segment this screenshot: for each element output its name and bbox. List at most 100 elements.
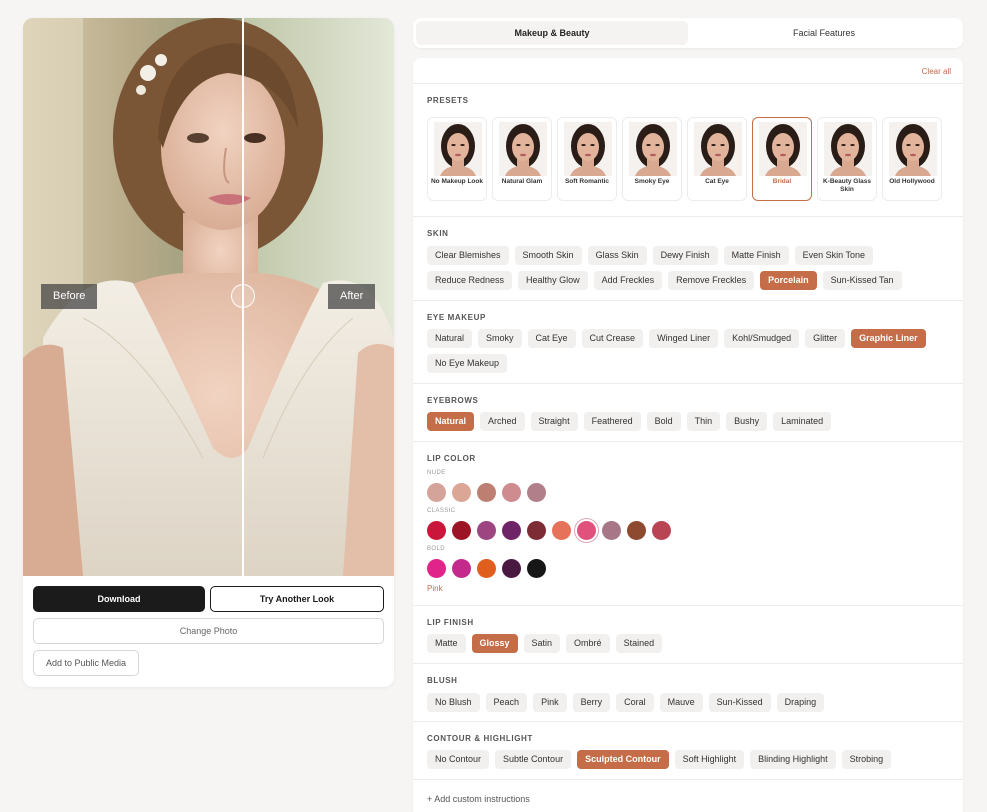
preset-smoky-eye[interactable]: Smoky Eye: [622, 117, 682, 201]
option-feathered[interactable]: Feathered: [583, 412, 641, 431]
tab-makeup-beauty[interactable]: Makeup & Beauty: [416, 21, 688, 45]
lip-color-swatch[interactable]: [502, 483, 521, 502]
lip-color-swatch[interactable]: [527, 559, 546, 578]
tab-facial-features[interactable]: Facial Features: [688, 21, 960, 45]
option-glossy[interactable]: Glossy: [471, 634, 518, 653]
option-sculpted-contour[interactable]: Sculpted Contour: [577, 750, 669, 769]
compare-handle-icon[interactable]: [231, 284, 255, 308]
lip-color-swatch[interactable]: [452, 521, 471, 540]
option-arched[interactable]: Arched: [480, 412, 525, 431]
option-no-contour[interactable]: No Contour: [427, 750, 490, 769]
option-peach[interactable]: Peach: [485, 693, 528, 712]
add-to-public-media-button[interactable]: Add to Public Media: [33, 650, 139, 676]
preset-thumbnail-icon: [889, 122, 937, 176]
preset-k-beauty-glass-skin[interactable]: K-Beauty Glass Skin: [817, 117, 877, 201]
lip-color-swatch[interactable]: [527, 521, 546, 540]
option-coral[interactable]: Coral: [616, 693, 654, 712]
option-even-skin-tone[interactable]: Even Skin Tone: [794, 246, 874, 265]
preset-label: Smoky Eye: [634, 178, 670, 185]
option-glitter[interactable]: Glitter: [805, 329, 846, 348]
option-bushy[interactable]: Bushy: [726, 412, 768, 431]
preset-bridal[interactable]: Bridal: [752, 117, 812, 201]
option-no-eye-makeup[interactable]: No Eye Makeup: [427, 354, 508, 373]
preset-cat-eye[interactable]: Cat Eye: [687, 117, 747, 201]
option-matte[interactable]: Matte: [427, 634, 466, 653]
add-custom-instructions-link[interactable]: + Add custom instructions: [427, 794, 530, 804]
option-sun-kissed-tan[interactable]: Sun-Kissed Tan: [822, 271, 902, 290]
preset-no-makeup-look[interactable]: No Makeup Look: [427, 117, 487, 201]
lip-color-swatch[interactable]: [602, 521, 621, 540]
option-natural[interactable]: Natural: [427, 329, 473, 348]
bold-swatches: [427, 559, 546, 578]
try-another-look-button[interactable]: Try Another Look: [210, 586, 384, 612]
lip-color-swatch[interactable]: [502, 559, 521, 578]
lip-color-swatch[interactable]: [552, 521, 571, 540]
option-berry[interactable]: Berry: [572, 693, 611, 712]
lip-color-swatch[interactable]: [452, 483, 471, 502]
preset-thumbnail-icon: [629, 122, 677, 176]
preset-thumbnail-icon: [499, 122, 547, 176]
option-healthy-glow[interactable]: Healthy Glow: [518, 271, 588, 290]
option-no-blush[interactable]: No Blush: [427, 693, 480, 712]
option-laminated[interactable]: Laminated: [773, 412, 832, 431]
preset-thumbnail-icon: [824, 122, 872, 176]
option-winged-liner[interactable]: Winged Liner: [649, 329, 719, 348]
option-sun-kissed[interactable]: Sun-Kissed: [708, 693, 771, 712]
lip-color-swatch[interactable]: [427, 521, 446, 540]
option-matte-finish[interactable]: Matte Finish: [723, 246, 789, 265]
option-remove-freckles[interactable]: Remove Freckles: [668, 271, 755, 290]
classic-swatches: [427, 521, 671, 540]
lip-color-swatch[interactable]: [477, 483, 496, 502]
option-bold[interactable]: Bold: [646, 412, 681, 431]
preset-soft-romantic[interactable]: Soft Romantic: [557, 117, 617, 201]
option-smoky[interactable]: Smoky: [478, 329, 522, 348]
lip-color-swatch[interactable]: [452, 559, 471, 578]
option-reduce-redness[interactable]: Reduce Redness: [427, 271, 513, 290]
section-title: EYEBROWS: [427, 396, 479, 405]
option-mauve[interactable]: Mauve: [659, 693, 703, 712]
option-soft-highlight[interactable]: Soft Highlight: [674, 750, 745, 769]
option-add-freckles[interactable]: Add Freckles: [593, 271, 663, 290]
category-tabs: Makeup & Beauty Facial Features: [413, 18, 963, 48]
option-thin[interactable]: Thin: [686, 412, 721, 431]
option-porcelain[interactable]: Porcelain: [760, 271, 817, 290]
lip-color-swatch[interactable]: [527, 483, 546, 502]
option-ombr[interactable]: Ombré: [566, 634, 610, 653]
section-title: BLUSH: [427, 676, 458, 685]
lip-color-swatch[interactable]: [427, 483, 446, 502]
option-subtle-contour[interactable]: Subtle Contour: [495, 750, 572, 769]
option-blinding-highlight[interactable]: Blinding Highlight: [750, 750, 836, 769]
option-strobing[interactable]: Strobing: [841, 750, 892, 769]
before-after-photo[interactable]: Before After: [23, 18, 394, 576]
clear-all-link[interactable]: Clear all: [922, 67, 951, 76]
lip-color-swatch[interactable]: [577, 521, 596, 540]
selected-lip-color-name: Pink: [427, 584, 443, 593]
preset-natural-glam[interactable]: Natural Glam: [492, 117, 552, 201]
option-straight[interactable]: Straight: [530, 412, 578, 431]
option-cut-crease[interactable]: Cut Crease: [581, 329, 644, 348]
option-kohl-smudged[interactable]: Kohl/Smudged: [724, 329, 800, 348]
section-title: SKIN: [427, 229, 449, 238]
lip-color-swatch[interactable]: [427, 559, 446, 578]
option-smooth-skin[interactable]: Smooth Skin: [514, 246, 582, 265]
preset-old-hollywood[interactable]: Old Hollywood: [882, 117, 942, 201]
option-graphic-liner[interactable]: Graphic Liner: [851, 329, 926, 348]
option-clear-blemishes[interactable]: Clear Blemishes: [427, 246, 509, 265]
lip-color-swatch[interactable]: [502, 521, 521, 540]
option-stained[interactable]: Stained: [615, 634, 663, 653]
change-photo-button[interactable]: Change Photo: [33, 618, 384, 644]
option-satin[interactable]: Satin: [523, 634, 561, 653]
lip-color-swatch[interactable]: [652, 521, 671, 540]
lip-color-swatch[interactable]: [477, 521, 496, 540]
option-cat-eye[interactable]: Cat Eye: [527, 329, 576, 348]
download-button[interactable]: Download: [33, 586, 205, 612]
lip-color-swatch[interactable]: [627, 521, 646, 540]
option-dewy-finish[interactable]: Dewy Finish: [652, 246, 718, 265]
skin-options: Clear Blemishes Smooth Skin Glass Skin Dewy…: [427, 246, 952, 290]
option-glass-skin[interactable]: Glass Skin: [587, 246, 647, 265]
option-natural[interactable]: Natural: [427, 412, 475, 431]
option-draping[interactable]: Draping: [776, 693, 825, 712]
option-pink[interactable]: Pink: [533, 693, 567, 712]
blush-options: No Blush Peach Pink Berry Coral Mauve Sun-Kiss…: [427, 693, 952, 712]
lip-color-swatch[interactable]: [477, 559, 496, 578]
